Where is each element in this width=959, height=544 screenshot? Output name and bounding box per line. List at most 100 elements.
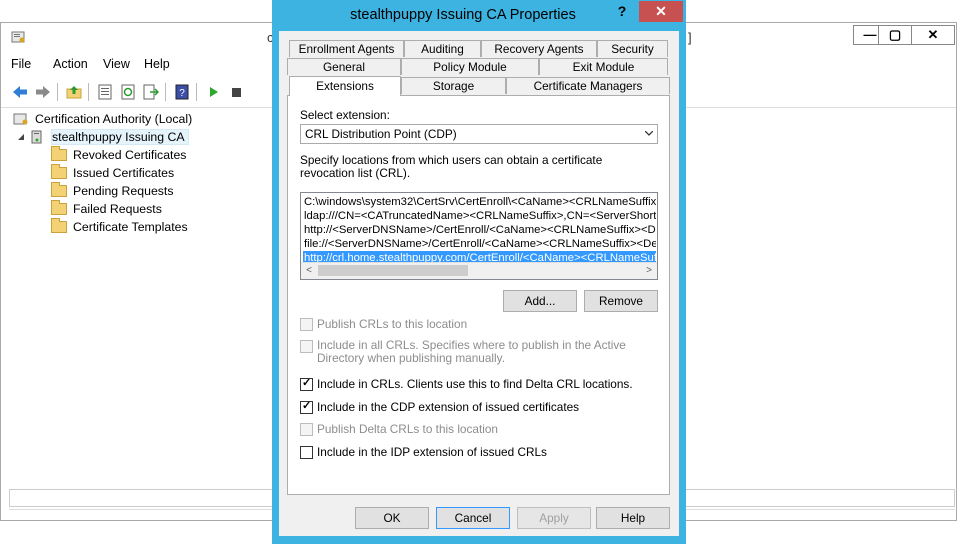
include-in-all-crls-checkbox[interactable]: Include in all CRLs. Specifies where to … [300,339,650,365]
toolbar-separator [57,83,58,101]
minimize-icon: — [863,27,877,42]
question-mark-icon: ? [617,3,627,19]
include-in-crls-checkbox[interactable]: ✓ Include in CRLs. Clients use this to f… [300,377,633,391]
help-button[interactable]: ? [173,83,191,101]
cancel-button[interactable]: Cancel [436,507,510,529]
tree-node-issued-certificates[interactable]: Issued Certificates [51,164,174,182]
close-button[interactable]: ✕ [911,25,955,45]
certification-authority-icon [13,113,28,125]
console-tree: Certification Authority (Local) stealthp… [9,108,272,488]
scroll-left-icon[interactable]: < [302,264,316,278]
export-list-button[interactable] [142,83,160,101]
tree-node-label: stealthpuppy Issuing CA [51,129,189,145]
checkbox-label: Include in all CRLs. Specifies where to … [317,338,626,365]
folder-icon [51,146,67,161]
tree-node-pending-requests[interactable]: Pending Requests [51,182,174,200]
publish-delta-crls-checkbox[interactable]: Publish Delta CRLs to this location [300,422,498,436]
scroll-thumb[interactable] [318,265,468,276]
location-item[interactable]: ldap:///CN=<CATruncatedName><CRLNameSuff… [303,209,656,223]
toolbar-separator [196,83,197,101]
tree-node-ca[interactable]: stealthpuppy Issuing CA [17,128,189,146]
checkbox-box [300,423,313,436]
play-icon [210,87,218,97]
tab-exit-module[interactable]: Exit Module [539,58,668,75]
remove-button[interactable]: Remove [584,290,658,312]
tab-policy-module[interactable]: Policy Module [401,58,539,75]
tree-node-revoked-certificates[interactable]: Revoked Certificates [51,146,186,164]
publish-crls-checkbox[interactable]: Publish CRLs to this location [300,317,467,331]
back-button[interactable] [11,83,29,101]
start-service-button[interactable] [204,83,222,101]
folder-up-icon [66,86,82,99]
tab-recovery-agents[interactable]: Recovery Agents [481,40,597,57]
add-button[interactable]: Add... [503,290,577,312]
refresh-button[interactable] [119,83,137,101]
menu-file[interactable]: File [11,57,31,71]
folder-icon [51,164,67,179]
menu-help[interactable]: Help [144,57,170,71]
select-extension-value: CRL Distribution Point (CDP) [305,127,457,141]
dialog-close-button[interactable]: ✕ [639,1,683,22]
mmc-title-text-fragment-right: ] [688,30,692,45]
help-dialog-button[interactable]: Help [596,507,670,529]
close-icon: ✕ [655,3,667,19]
checkmark-icon: ✓ [302,377,312,389]
dialog-client-area: Enrollment Agents Auditing Recovery Agen… [279,31,679,536]
locations-description: Specify locations from which users can o… [300,153,603,180]
checkbox-label: Publish CRLs to this location [317,317,468,331]
cdp-locations-listbox[interactable]: C:\windows\system32\CertSrv\CertEnroll\<… [300,192,658,280]
tree-node-label: Revoked Certificates [73,148,187,162]
checkbox-box [300,318,313,331]
tree-node-label: Certification Authority (Local) [35,112,193,126]
toolbar-separator [165,83,166,101]
refresh-icon [121,84,135,100]
back-arrow-icon [13,86,27,98]
tab-extensions[interactable]: Extensions [289,76,401,96]
maximize-button[interactable]: ▢ [878,25,912,45]
tree-node-certificate-templates[interactable]: Certificate Templates [51,218,188,236]
stop-icon [232,88,241,97]
apply-button[interactable]: Apply [517,507,591,529]
tab-general[interactable]: General [287,58,401,75]
ok-button[interactable]: OK [355,507,429,529]
tab-auditing[interactable]: Auditing [404,40,481,57]
ca-server-icon [31,130,42,144]
location-item[interactable]: http://<ServerDNSName>/CertEnroll/<CaNam… [303,223,656,237]
checkbox-label: Include in CRLs. Clients use this to fin… [317,377,633,391]
tab-storage[interactable]: Storage [401,77,506,94]
tree-node-label: Pending Requests [73,184,174,198]
folder-icon [51,218,67,233]
menu-action[interactable]: Action [53,57,88,71]
help-icon: ? [175,84,189,100]
include-in-idp-extension-checkbox[interactable]: Include in the IDP extension of issued C… [300,445,547,459]
forward-button[interactable] [34,83,52,101]
context-help-button[interactable]: ? [607,1,637,22]
folder-icon [51,182,67,197]
toolbar-separator [88,83,89,101]
up-one-level-button[interactable] [65,83,83,101]
menu-view[interactable]: View [103,57,130,71]
properties-icon [98,84,112,100]
select-extension-dropdown[interactable]: CRL Distribution Point (CDP) [300,124,658,144]
location-item[interactable]: file://<ServerDNSName>/CertEnroll/<CaNam… [303,237,656,251]
checkbox-box: ✓ [300,377,313,391]
tree-node-failed-requests[interactable]: Failed Requests [51,200,162,218]
tree-node-root[interactable]: Certification Authority (Local) [13,110,192,128]
location-item[interactable]: C:\windows\system32\CertSrv\CertEnroll\<… [303,195,656,209]
tree-node-label: Certificate Templates [73,220,188,234]
tab-certificate-managers[interactable]: Certificate Managers [506,77,670,94]
collapse-triangle-icon [18,134,24,140]
tab-security[interactable]: Security [597,40,668,57]
chevron-down-icon [645,131,653,136]
properties-button[interactable] [96,83,114,101]
maximize-icon: ▢ [888,27,902,42]
listbox-horizontal-scrollbar[interactable]: < > [301,262,657,279]
tab-enrollment-agents[interactable]: Enrollment Agents [289,40,404,57]
scroll-right-icon[interactable]: > [642,264,656,278]
checkbox-label: Publish Delta CRLs to this location [317,422,498,436]
checkmark-icon: ✓ [302,400,312,412]
folder-icon [51,200,67,215]
close-icon: ✕ [927,27,939,42]
include-in-cdp-extension-checkbox[interactable]: ✓ Include in the CDP extension of issued… [300,400,579,414]
stop-service-button[interactable] [227,83,245,101]
